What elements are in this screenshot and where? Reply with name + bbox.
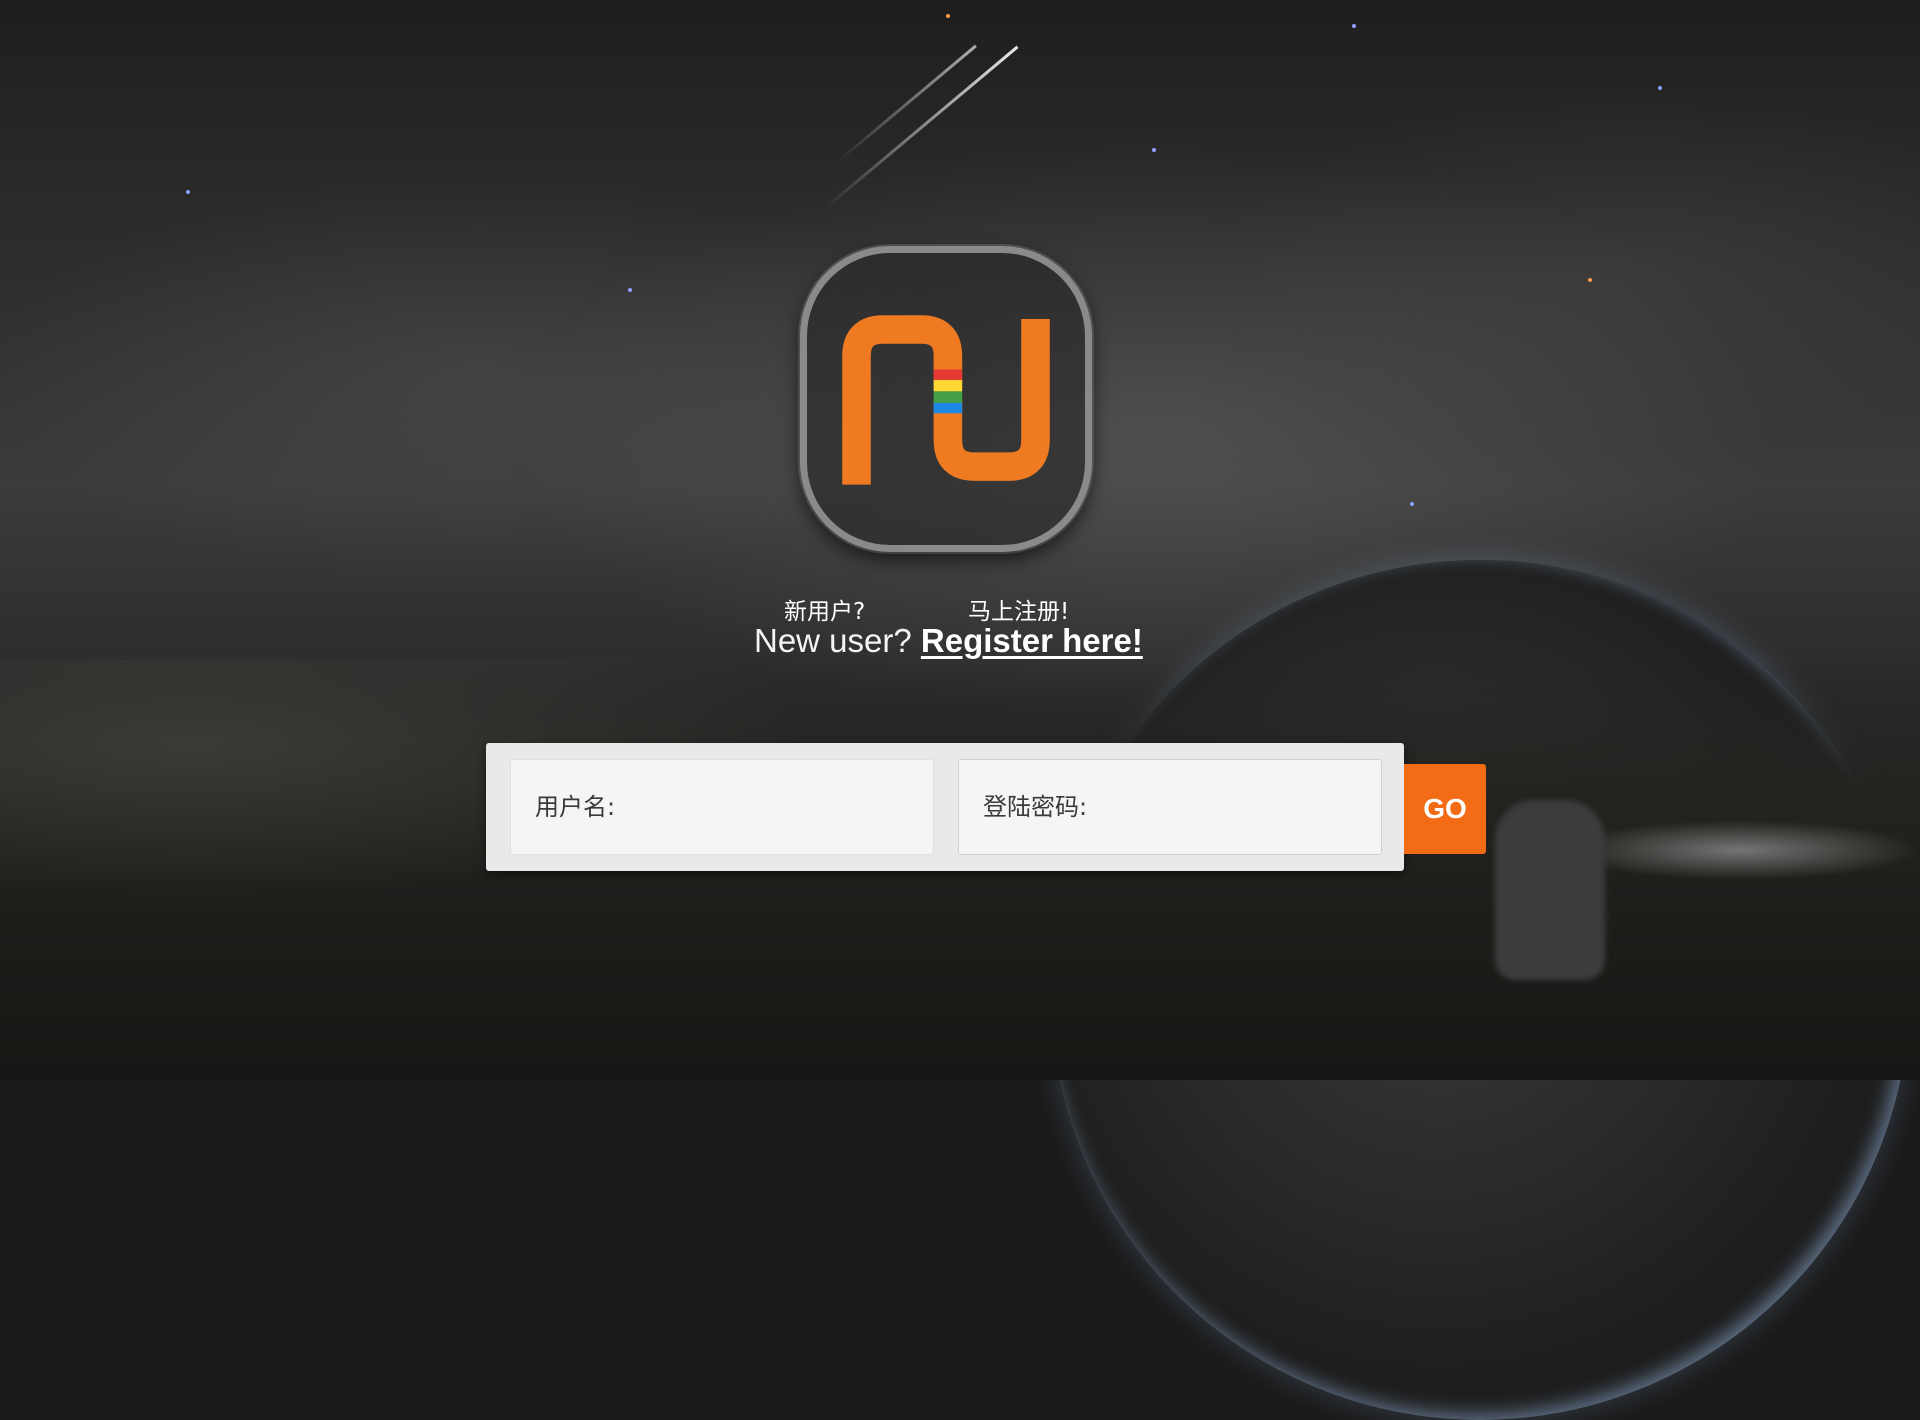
register-link[interactable]: Register here! xyxy=(921,622,1143,659)
star xyxy=(1658,86,1662,90)
logo-glyph xyxy=(842,315,1050,485)
nu-rainbow-logo-icon xyxy=(800,246,1092,552)
star xyxy=(1352,24,1356,28)
register-now-cn-label: 马上注册! xyxy=(968,599,1070,625)
go-button[interactable]: GO xyxy=(1404,764,1486,854)
star xyxy=(1588,278,1592,282)
shooting-star xyxy=(825,45,1019,209)
new-user-label: New user? xyxy=(754,622,912,659)
cat-silhouette xyxy=(1495,800,1605,980)
star xyxy=(1152,148,1156,152)
star xyxy=(186,190,190,194)
cloud xyxy=(1560,820,1920,880)
shooting-star xyxy=(837,44,977,163)
login-form xyxy=(486,743,1404,871)
new-user-cn-label: 新用户? xyxy=(784,599,866,625)
register-prompt-english: New user? Register here! xyxy=(754,622,1143,660)
username-input[interactable] xyxy=(510,759,934,855)
star xyxy=(946,14,950,18)
password-input[interactable] xyxy=(958,759,1382,855)
star xyxy=(628,288,632,292)
star xyxy=(1410,502,1414,506)
